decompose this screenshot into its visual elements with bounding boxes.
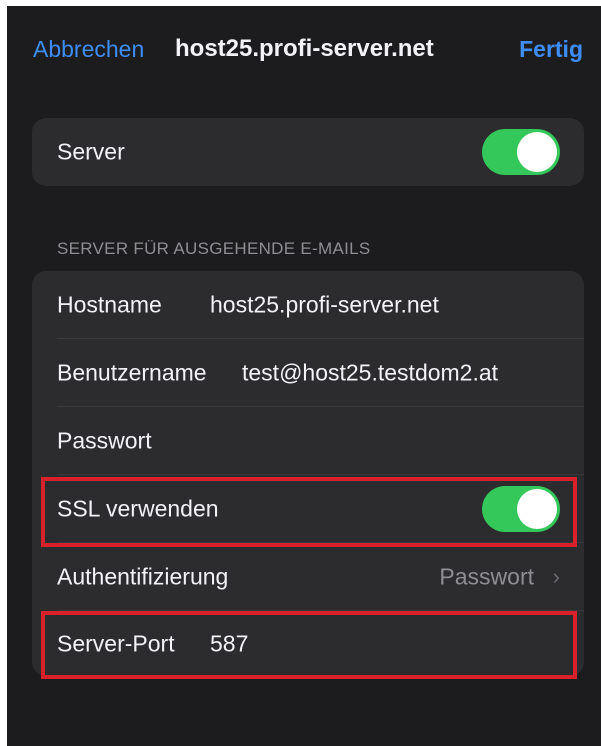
toggle-knob xyxy=(517,489,557,529)
server-port-field[interactable]: 587 xyxy=(210,630,248,657)
hostname-label: Hostname xyxy=(57,291,162,318)
server-row: Server xyxy=(32,118,584,186)
outgoing-server-card: Hostname host25.profi-server.net Benutze… xyxy=(32,271,584,676)
toggle-knob xyxy=(517,132,557,172)
chevron-right-icon: › xyxy=(552,564,560,589)
username-label: Benutzername xyxy=(57,359,207,386)
cancel-button[interactable]: Abbrechen xyxy=(33,36,144,63)
authentication-row[interactable]: Authentifizierung Passwort › xyxy=(32,543,584,611)
section-header-outgoing: SERVER FÜR AUSGEHENDE E-MAILS xyxy=(57,239,371,258)
server-port-label: Server-Port xyxy=(57,630,175,656)
server-label: Server xyxy=(57,138,125,165)
server-card: Server xyxy=(32,118,584,186)
hostname-row[interactable]: Hostname host25.profi-server.net xyxy=(32,271,584,339)
authentication-label: Authentifizierung xyxy=(57,563,229,590)
hostname-field[interactable]: host25.profi-server.net xyxy=(210,292,439,319)
password-label: Passwort xyxy=(57,427,152,454)
navigation-bar: Abbrechen host25.profi-server.net Fertig xyxy=(7,6,601,96)
ssl-label: SSL verwenden xyxy=(57,495,219,522)
ssl-toggle[interactable] xyxy=(482,486,560,532)
settings-screen: Abbrechen host25.profi-server.net Fertig… xyxy=(7,6,601,746)
username-field[interactable]: test@host25.testdom2.at xyxy=(242,360,498,387)
ssl-row: SSL verwenden xyxy=(32,475,584,543)
username-row[interactable]: Benutzername test@host25.testdom2.at xyxy=(32,339,584,407)
server-toggle[interactable] xyxy=(482,129,560,175)
authentication-value: Passwort xyxy=(439,563,534,590)
done-button[interactable]: Fertig xyxy=(519,36,583,63)
server-port-row[interactable]: Server-Port 587 xyxy=(32,611,584,676)
password-row[interactable]: Passwort xyxy=(32,407,584,475)
page-title: host25.profi-server.net xyxy=(175,35,434,62)
